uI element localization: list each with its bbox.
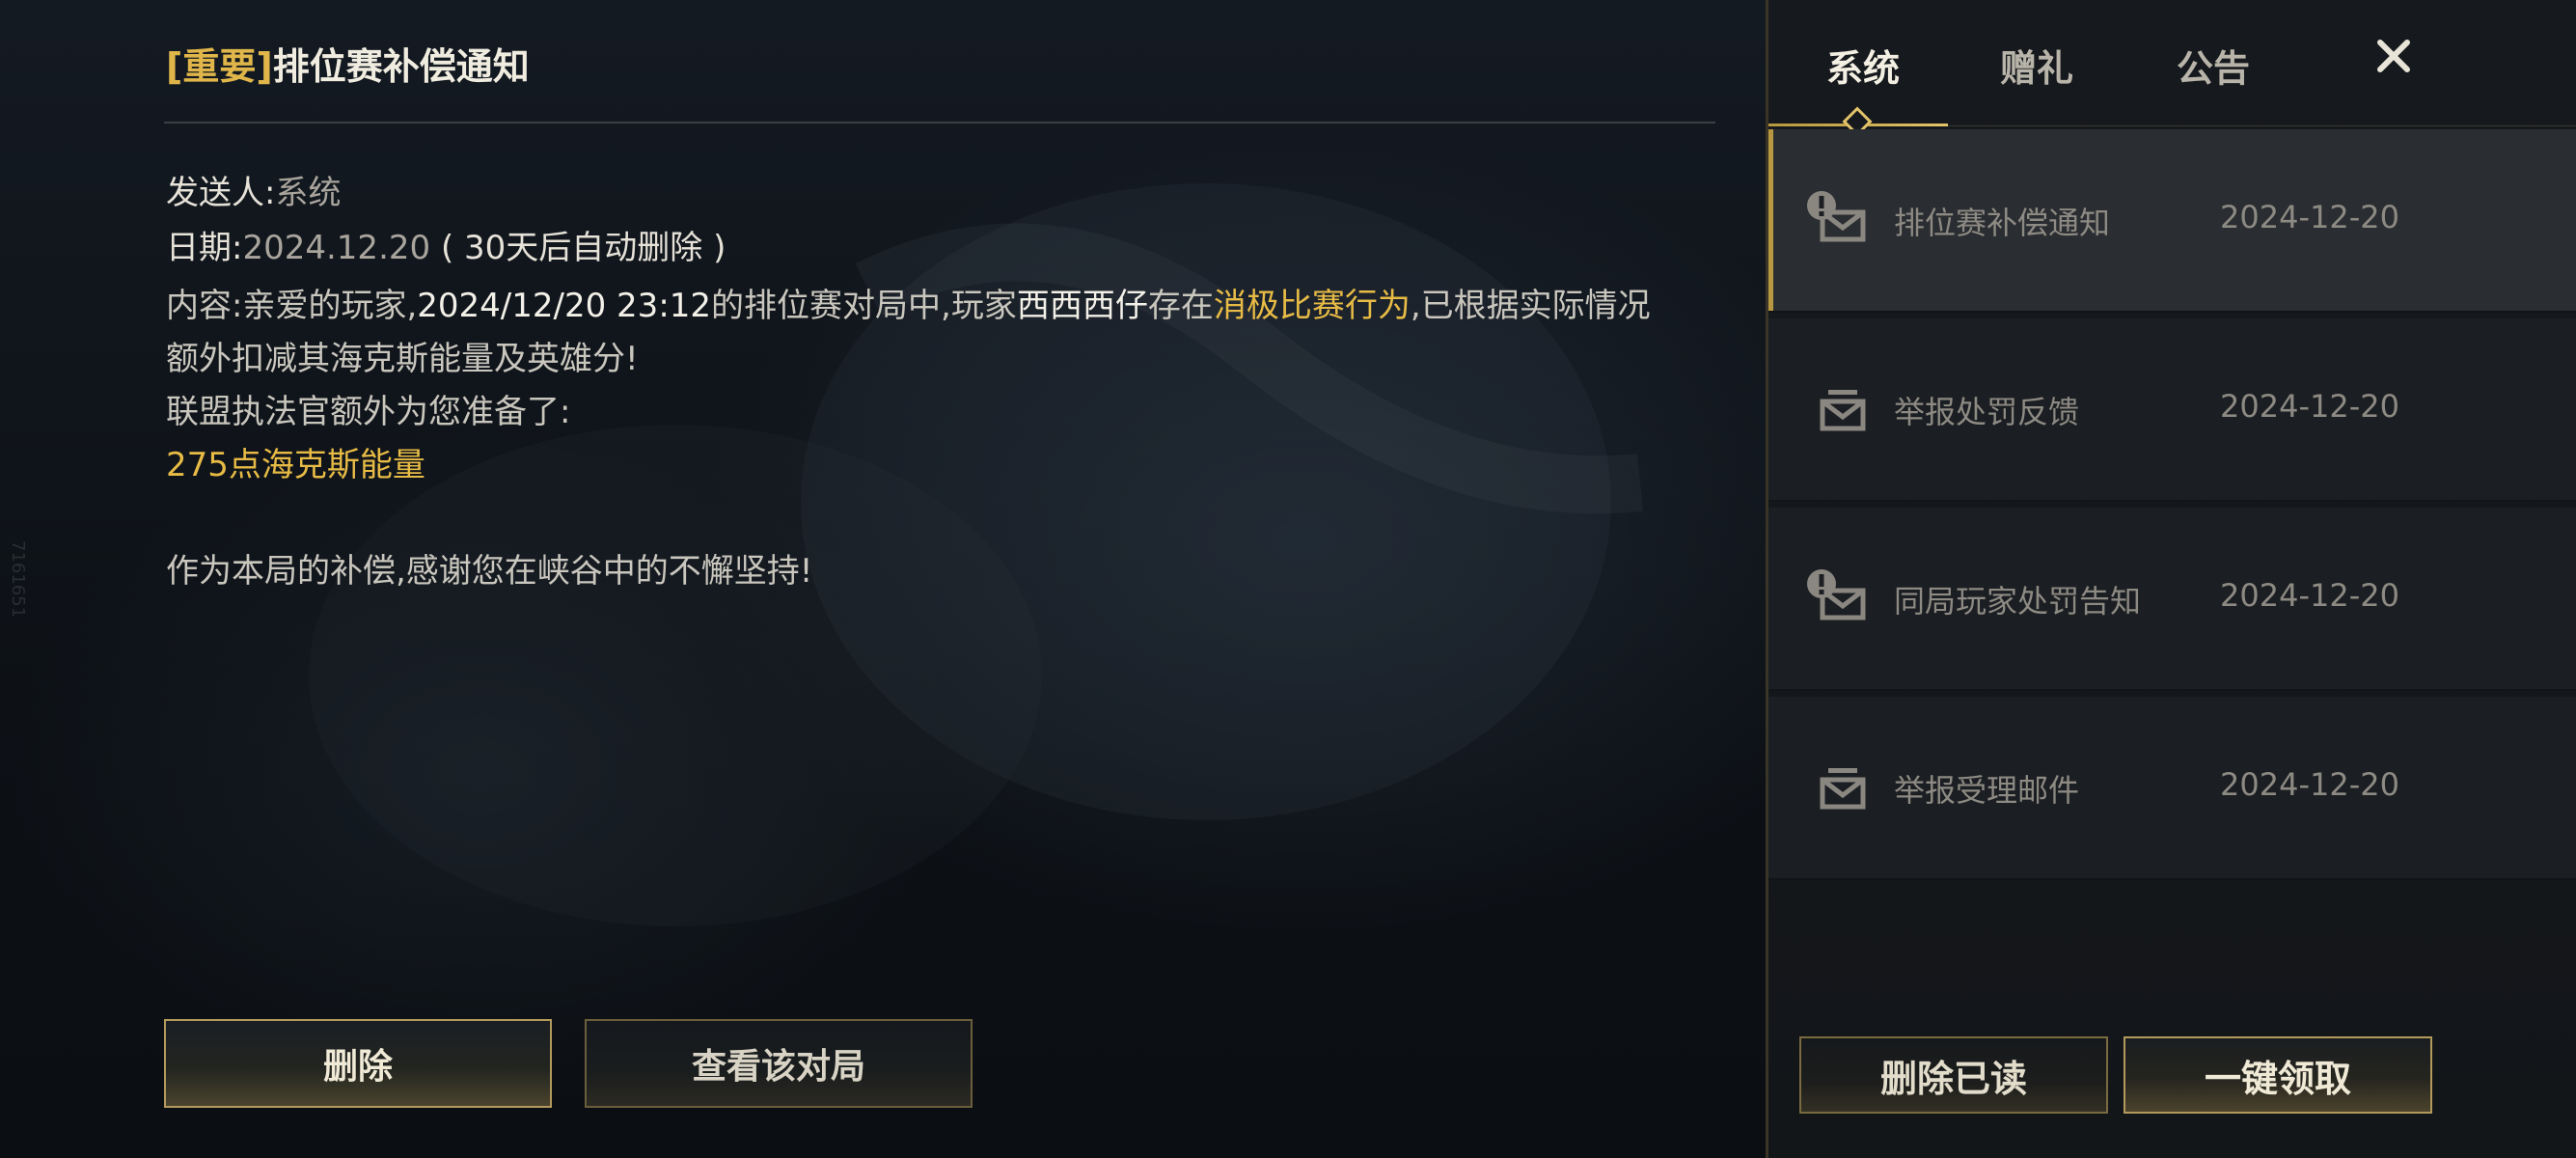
content-datetime: 2024/12/20 23:12 (417, 287, 712, 325)
prepared-line: 联盟执法官额外为您准备了: (166, 393, 571, 431)
view-match-button[interactable]: 查看该对局 (585, 1019, 973, 1108)
mail-icon (1805, 378, 1873, 436)
sender-value: 系统 (275, 174, 342, 212)
mail-content: 内容:亲爱的玩家,2024/12/20 23:12的排位赛对局中,玩家西西西仔存… (166, 280, 1671, 598)
mail-title: [重要]排位赛补偿通知 (166, 37, 530, 90)
important-mail-icon (1805, 567, 1873, 625)
tab-announcements[interactable]: 公告 (2177, 39, 2250, 92)
mail-item-date: 2024-12-20 (2220, 766, 2399, 803)
watermark-text: 7161651 (8, 540, 28, 619)
mail-list-panel: 系统 赠礼 公告 排位赛补偿通知 2024-12-20 举报处罚反馈 2024-… (1766, 0, 2576, 1158)
mail-item-title: 举报处罚反馈 (1894, 394, 2080, 430)
mail-list-item[interactable]: 排位赛补偿通知 2024-12-20 (1768, 129, 2576, 313)
tab-bar: 系统 赠礼 公告 (1768, 0, 2576, 137)
tab-system[interactable]: 系统 (1826, 39, 1900, 92)
mail-icon (1805, 757, 1873, 814)
auto-delete-note: ( 30天后自动删除 ) (440, 229, 726, 267)
mail-item-date: 2024-12-20 (2220, 199, 2399, 235)
title-divider (164, 122, 1715, 124)
content-text-3: 存在 (1147, 287, 1214, 325)
closing-line: 作为本局的补偿,感谢您在峡谷中的不懈坚持! (166, 552, 813, 591)
date-row: 日期:2024.12.20 ( 30天后自动删除 ) (166, 221, 726, 268)
content-label: 内容: (166, 287, 243, 325)
content-greeting: 亲爱的玩家, (242, 287, 418, 325)
delete-read-button[interactable]: 删除已读 (1799, 1036, 2108, 1114)
sender-row: 发送人:系统 (166, 166, 341, 213)
mail-title-text: 排位赛补偿通知 (272, 45, 530, 88)
mail-list-item[interactable]: 举报处罚反馈 2024-12-20 (1768, 318, 2576, 502)
date-value: 2024.12.20 (242, 229, 431, 267)
date-label: 日期: (166, 229, 243, 267)
reward-text: 275点海克斯能量 (166, 446, 425, 484)
claim-all-button[interactable]: 一键领取 (2124, 1036, 2432, 1114)
tab-gifts[interactable]: 赠礼 (2000, 39, 2073, 92)
delete-button[interactable]: 删除 (164, 1019, 552, 1108)
mail-item-title: 举报受理邮件 (1894, 772, 2080, 809)
mail-item-title: 排位赛补偿通知 (1894, 205, 2111, 241)
content-behavior: 消极比赛行为 (1213, 287, 1411, 325)
mail-detail: [重要]排位赛补偿通知 发送人:系统 日期:2024.12.20 ( 30天后自… (164, 0, 1717, 1158)
mail-item-title: 同局玩家处罚告知 (1894, 583, 2142, 620)
mail-item-date: 2024-12-20 (2220, 388, 2399, 425)
important-mail-icon (1805, 189, 1873, 247)
mail-list: 排位赛补偿通知 2024-12-20 举报处罚反馈 2024-12-20 同局玩… (1768, 129, 2576, 886)
mail-screen: 7161651 [重要]排位赛补偿通知 发送人:系统 日期:2024.12.20… (0, 0, 2576, 1158)
content-player-name: 西西西仔 (1016, 287, 1148, 325)
important-tag: [重要] (166, 45, 273, 88)
mail-list-item[interactable]: 举报受理邮件 2024-12-20 (1768, 697, 2576, 880)
mail-item-date: 2024-12-20 (2220, 577, 2399, 614)
content-text-2: 的排位赛对局中,玩家 (711, 287, 1017, 325)
sender-label: 发送人: (166, 174, 276, 212)
mail-list-item[interactable]: 同局玩家处罚告知 2024-12-20 (1768, 508, 2576, 691)
close-icon[interactable] (2367, 29, 2421, 83)
